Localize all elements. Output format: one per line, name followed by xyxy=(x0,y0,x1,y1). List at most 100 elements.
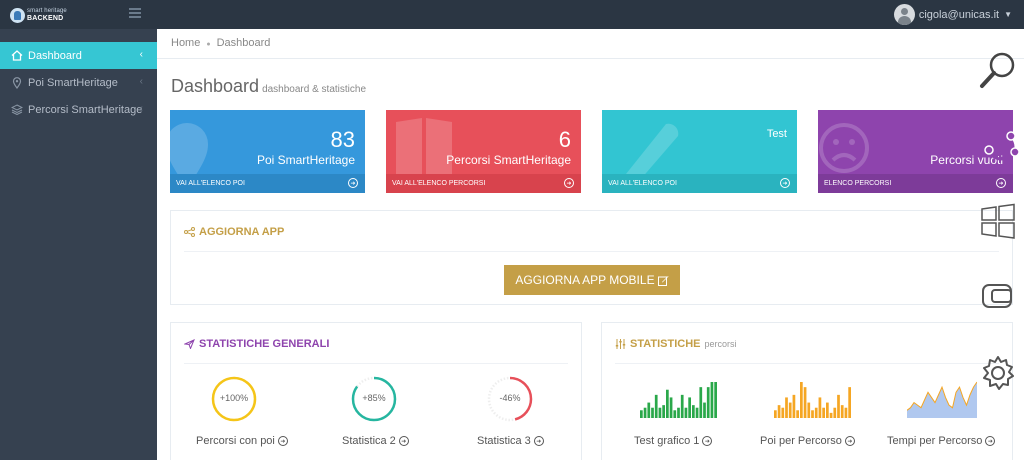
sad-face-icon xyxy=(819,123,869,173)
app-logo[interactable]: smart heritage BACKEND xyxy=(10,7,70,24)
chart-bar xyxy=(792,394,796,418)
user-menu[interactable]: cigola@unicas.it ▼ xyxy=(893,4,1012,25)
arrow-right-circle-icon: ➜ xyxy=(564,178,574,188)
chart-bar xyxy=(710,382,714,418)
gauge-percorsi-con-poi: +100% xyxy=(209,374,259,424)
ubuntu-icon[interactable] xyxy=(982,128,1020,166)
chart-label-link[interactable]: Test grafico 1 ➜ xyxy=(634,435,713,447)
stat-card-test[interactable]: Test VAI ALL'ELENCO POI ➜ xyxy=(602,110,797,193)
chevron-down-icon: ▼ xyxy=(1004,10,1012,19)
chart-bar xyxy=(666,389,669,418)
update-app-button[interactable]: AGGIORNA APP MOBILE xyxy=(504,265,680,295)
sparkline-tempi-per-percorso xyxy=(907,381,977,418)
search-icon[interactable] xyxy=(978,50,1018,90)
breadcrumb-separator-icon: ● xyxy=(206,41,211,48)
breadcrumb-home[interactable]: Home xyxy=(171,37,200,49)
sidebar-item-poi[interactable]: Poi SmartHeritage ‹ xyxy=(0,69,157,96)
stat-card-percorsi[interactable]: 6 Percorsi SmartHeritage VAI ALL'ELENCO … xyxy=(386,110,581,193)
sidebar-item-label: Percorsi SmartHeritage xyxy=(28,103,143,116)
top-bar: smart heritage BACKEND cigola@unicas.it … xyxy=(0,0,1024,29)
gauge-label: Percorsi con poi xyxy=(196,435,275,447)
chart-label: Tempi per Percorso xyxy=(887,435,983,447)
card-link[interactable]: ELENCO PERCORSI ➜ xyxy=(818,174,1013,193)
panel-title: STATISTICHE GENERALI xyxy=(184,338,329,350)
card-number: 6 xyxy=(558,127,571,152)
gauge-label: Statistica 2 xyxy=(342,435,396,447)
chart-bar xyxy=(788,402,792,418)
panel-subtitle: percorsi xyxy=(704,339,737,349)
chevron-left-icon: ‹ xyxy=(139,49,143,60)
card-link[interactable]: VAI ALL'ELENCO POI ➜ xyxy=(602,174,797,193)
arrow-right-circle-icon: ➜ xyxy=(398,436,409,446)
windows-icon[interactable] xyxy=(980,203,1016,239)
chart-bar xyxy=(640,410,643,418)
chart-bar xyxy=(699,387,703,418)
stat-card-poi[interactable]: 83 Poi SmartHeritage VAI ALL'ELENCO POI … xyxy=(170,110,365,193)
update-app-button-label: AGGIORNA APP MOBILE xyxy=(515,273,655,287)
equalizer-icon xyxy=(615,339,626,349)
chart-bar xyxy=(781,407,785,418)
chart-bar xyxy=(833,407,837,418)
gauge-statistica-3: -46% xyxy=(485,374,535,424)
card-link-text: VAI ALL'ELENCO POI xyxy=(176,180,245,187)
card-link-text: ELENCO PERCORSI xyxy=(824,180,892,187)
gauge-value: +100% xyxy=(219,393,249,403)
edit-icon xyxy=(657,275,669,286)
card-label: Percorsi SmartHeritage xyxy=(446,153,571,167)
paper-plane-icon xyxy=(184,339,195,349)
chart-bar xyxy=(684,407,688,418)
page-subtitle: dashboard & statistiche xyxy=(262,84,367,95)
chart-label-link[interactable]: Tempi per Percorso ➜ xyxy=(887,435,996,447)
card-label: Poi SmartHeritage xyxy=(256,153,355,167)
layers-icon xyxy=(9,104,25,115)
panel-title: AGGIORNA APP xyxy=(184,226,284,238)
sidebar-item-dashboard[interactable]: Dashboard ‹ xyxy=(0,42,157,69)
gear-icon[interactable] xyxy=(980,355,1016,391)
panel-title-text: STATISTICHE GENERALI xyxy=(199,338,330,350)
gauge-label-link[interactable]: Statistica 3 ➜ xyxy=(477,435,544,447)
home-icon xyxy=(9,50,25,61)
chart-bar xyxy=(844,407,848,418)
chart-bar xyxy=(654,394,658,418)
page-title: Dashboard dashboard & statistiche xyxy=(171,76,366,97)
chart-bar xyxy=(822,407,825,418)
card-link-text: VAI ALL'ELENCO POI xyxy=(608,180,677,187)
sparkline-test-grafico-1 xyxy=(640,382,717,418)
chevron-left-icon: ‹ xyxy=(139,76,143,87)
arrow-right-circle-icon: ➜ xyxy=(985,436,996,446)
chart-label-link[interactable]: Poi per Percorso ➜ xyxy=(760,435,855,447)
general-stats-panel: STATISTICHE GENERALI +100% Percorsi con … xyxy=(170,322,582,460)
chart-bar xyxy=(829,412,833,418)
update-app-panel: AGGIORNA APP AGGIORNA APP MOBILE xyxy=(170,210,1013,305)
chart-bar xyxy=(647,402,651,418)
chart-bar xyxy=(818,397,822,418)
gauge-label-link[interactable]: Statistica 2 ➜ xyxy=(342,435,409,447)
panel-divider xyxy=(184,251,999,252)
share-icon xyxy=(184,227,195,237)
panel-divider xyxy=(184,363,568,364)
gauge-label-link[interactable]: Percorsi con poi ➜ xyxy=(196,435,288,447)
card-link-text: VAI ALL'ELENCO PERCORSI xyxy=(392,180,486,187)
page-title-text: Dashboard xyxy=(171,76,260,96)
arrow-right-circle-icon: ➜ xyxy=(702,436,713,446)
logo-icon xyxy=(10,8,25,23)
chart-bar xyxy=(658,407,662,418)
chart-bar xyxy=(695,407,699,418)
panel-title-text: AGGIORNA APP xyxy=(199,226,285,238)
chart-bar xyxy=(840,405,844,418)
card-link[interactable]: VAI ALL'ELENCO PERCORSI ➜ xyxy=(386,174,581,193)
card-link[interactable]: VAI ALL'ELENCO POI ➜ xyxy=(170,174,365,193)
sidebar-toggle-icon[interactable] xyxy=(129,8,141,18)
device-icon[interactable] xyxy=(981,282,1015,310)
avatar xyxy=(893,4,915,25)
gauge-statistica-2: +85% xyxy=(349,374,399,424)
book-icon xyxy=(396,118,452,180)
main-content: Home ● Dashboard Dashboard dashboard & stat… xyxy=(157,29,1024,460)
chart-bar xyxy=(643,407,647,418)
gauge-value: +85% xyxy=(362,393,386,403)
chart-bar xyxy=(811,410,814,418)
sidebar-item-label: Poi SmartHeritage xyxy=(28,76,118,89)
card-label: Test xyxy=(766,128,787,140)
sidebar-item-percorsi[interactable]: Percorsi SmartHeritage ‹ xyxy=(0,96,157,123)
chart-bar xyxy=(848,387,851,418)
